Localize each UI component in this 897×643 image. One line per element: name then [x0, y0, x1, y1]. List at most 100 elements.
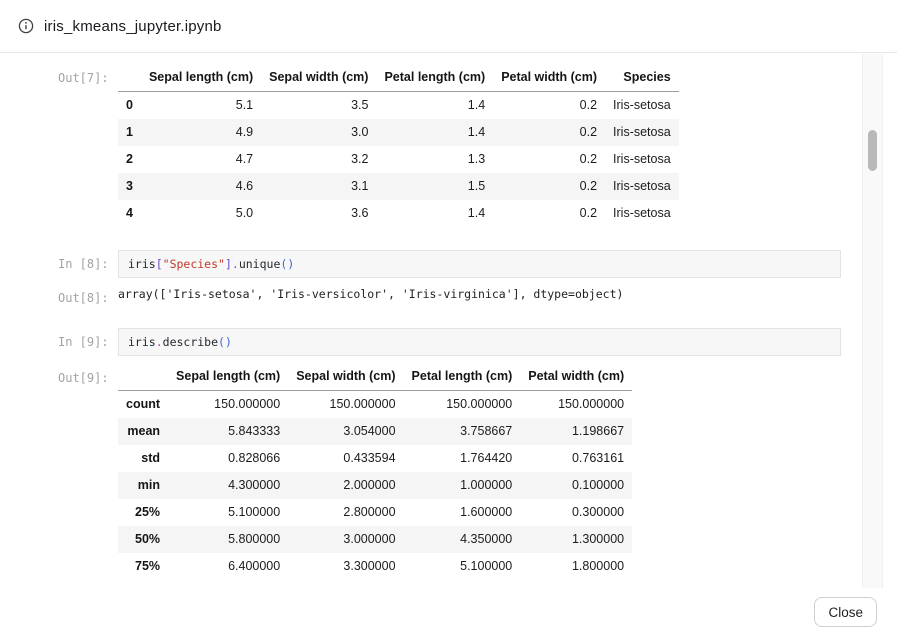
cell: 3.1 [261, 173, 376, 200]
cell: 4.7 [141, 146, 261, 173]
modal-title: iris_kmeans_jupyter.ipynb [44, 18, 222, 35]
row-index: 4 [118, 200, 141, 227]
code-token-bracket: ] [225, 257, 232, 271]
cell: 1.198667 [520, 418, 632, 445]
in9-prompt: In [9]: [58, 328, 118, 356]
cell: 0.2 [493, 173, 605, 200]
row-index: min [118, 472, 168, 499]
cell: 150.000000 [168, 391, 288, 419]
cell: Iris-setosa [605, 146, 679, 173]
cell: 3.758667 [404, 418, 521, 445]
out8-prompt: Out[8]: [58, 285, 118, 305]
dataframe-head-table: Sepal length (cm)Sepal width (cm)Petal l… [118, 64, 679, 227]
cell: 5.843333 [168, 418, 288, 445]
column-header: Species [605, 64, 679, 92]
cell: 3.5 [261, 92, 376, 120]
row-index: 1 [118, 119, 141, 146]
cell: 3.054000 [288, 418, 403, 445]
code-token-name: iris [128, 335, 156, 349]
code-token-operator: . [156, 335, 163, 349]
table-row: 34.63.11.50.2Iris-setosa [118, 173, 679, 200]
code-token-name: describe [163, 335, 218, 349]
code-cell-describe: iris.describe() [118, 328, 841, 356]
column-header [118, 64, 141, 92]
scrollbar-thumb[interactable] [868, 130, 877, 171]
cell: 6.400000 [168, 553, 288, 580]
cell: 3.000000 [288, 526, 403, 553]
row-index: 2 [118, 146, 141, 173]
modal-header: iris_kmeans_jupyter.ipynb [0, 0, 897, 53]
cell: 150.000000 [288, 391, 403, 419]
cell: 5.0 [141, 200, 261, 227]
cell: 2.000000 [288, 472, 403, 499]
cell: 3.300000 [288, 553, 403, 580]
header-row: Sepal length (cm)Sepal width (cm)Petal l… [118, 64, 679, 92]
row-index: mean [118, 418, 168, 445]
cell: 0.2 [493, 92, 605, 120]
cell: 150.000000 [520, 391, 632, 419]
table-row: 45.03.61.40.2Iris-setosa [118, 200, 679, 227]
cell: 5.800000 [168, 526, 288, 553]
code-token-paren: ) [287, 257, 294, 271]
cell: 0.763161 [520, 445, 632, 472]
close-button[interactable]: Close [814, 597, 877, 627]
column-header: Petal width (cm) [520, 363, 632, 391]
column-header [118, 363, 168, 391]
cell-output-9: Out[9]: Sepal length (cm)Sepal width (cm… [58, 363, 897, 580]
cell: 3.2 [261, 146, 376, 173]
out9-prompt: Out[9]: [58, 363, 118, 385]
notebook-preview-modal: iris_kmeans_jupyter.ipynb Out[7]: Sepal … [0, 0, 897, 643]
column-header: Petal length (cm) [376, 64, 493, 92]
cell-input-8: In [8]: iris["Species"].unique() [58, 250, 897, 278]
cell: 1.800000 [520, 553, 632, 580]
table-row: 75%6.4000003.3000005.1000001.800000 [118, 553, 632, 580]
column-header: Sepal width (cm) [288, 363, 403, 391]
code-token-bracket: [ [156, 257, 163, 271]
table-row: std0.8280660.4335941.7644200.763161 [118, 445, 632, 472]
cell: 1.4 [376, 200, 493, 227]
cell: 3.0 [261, 119, 376, 146]
row-index: 25% [118, 499, 168, 526]
cell: 5.100000 [168, 499, 288, 526]
table-row: 50%5.8000003.0000004.3500001.300000 [118, 526, 632, 553]
table-row: 24.73.21.30.2Iris-setosa [118, 146, 679, 173]
info-icon [18, 18, 34, 34]
cell: 1.3 [376, 146, 493, 173]
in8-prompt: In [8]: [58, 250, 118, 278]
row-index: 75% [118, 553, 168, 580]
cell: 0.100000 [520, 472, 632, 499]
cell: 0.828066 [168, 445, 288, 472]
column-header: Petal length (cm) [404, 363, 521, 391]
cell: Iris-setosa [605, 200, 679, 227]
cell-output-7: Out[7]: Sepal length (cm)Sepal width (cm… [58, 64, 897, 227]
table-row: min4.3000002.0000001.0000000.100000 [118, 472, 632, 499]
table-row: 25%5.1000002.8000001.6000000.300000 [118, 499, 632, 526]
cell: 1.764420 [404, 445, 521, 472]
cell: 0.2 [493, 200, 605, 227]
cell: Iris-setosa [605, 92, 679, 120]
code-cell-unique: iris["Species"].unique() [118, 250, 841, 278]
column-header: Sepal width (cm) [261, 64, 376, 92]
cell: 0.2 [493, 146, 605, 173]
row-index: 0 [118, 92, 141, 120]
table-row: count150.000000150.000000150.000000150.0… [118, 391, 632, 419]
code-token-name: unique [239, 257, 281, 271]
cell: 1.5 [376, 173, 493, 200]
out7-prompt: Out[7]: [58, 64, 118, 85]
code-token-string: "Species" [163, 257, 225, 271]
code-token-name: iris [128, 257, 156, 271]
cell-output-8: Out[8]: array(['Iris-setosa', 'Iris-vers… [58, 285, 897, 305]
column-header: Sepal length (cm) [141, 64, 261, 92]
cell: 1.4 [376, 119, 493, 146]
cell: Iris-setosa [605, 173, 679, 200]
table-row: 05.13.51.40.2Iris-setosa [118, 92, 679, 120]
header-row: Sepal length (cm)Sepal width (cm)Petal l… [118, 363, 632, 391]
cell: 4.9 [141, 119, 261, 146]
row-index: count [118, 391, 168, 419]
cell: 4.300000 [168, 472, 288, 499]
cell: 4.6 [141, 173, 261, 200]
cell: 0.2 [493, 119, 605, 146]
code-token-operator: . [232, 257, 239, 271]
cell: 150.000000 [404, 391, 521, 419]
table-row: 14.93.01.40.2Iris-setosa [118, 119, 679, 146]
